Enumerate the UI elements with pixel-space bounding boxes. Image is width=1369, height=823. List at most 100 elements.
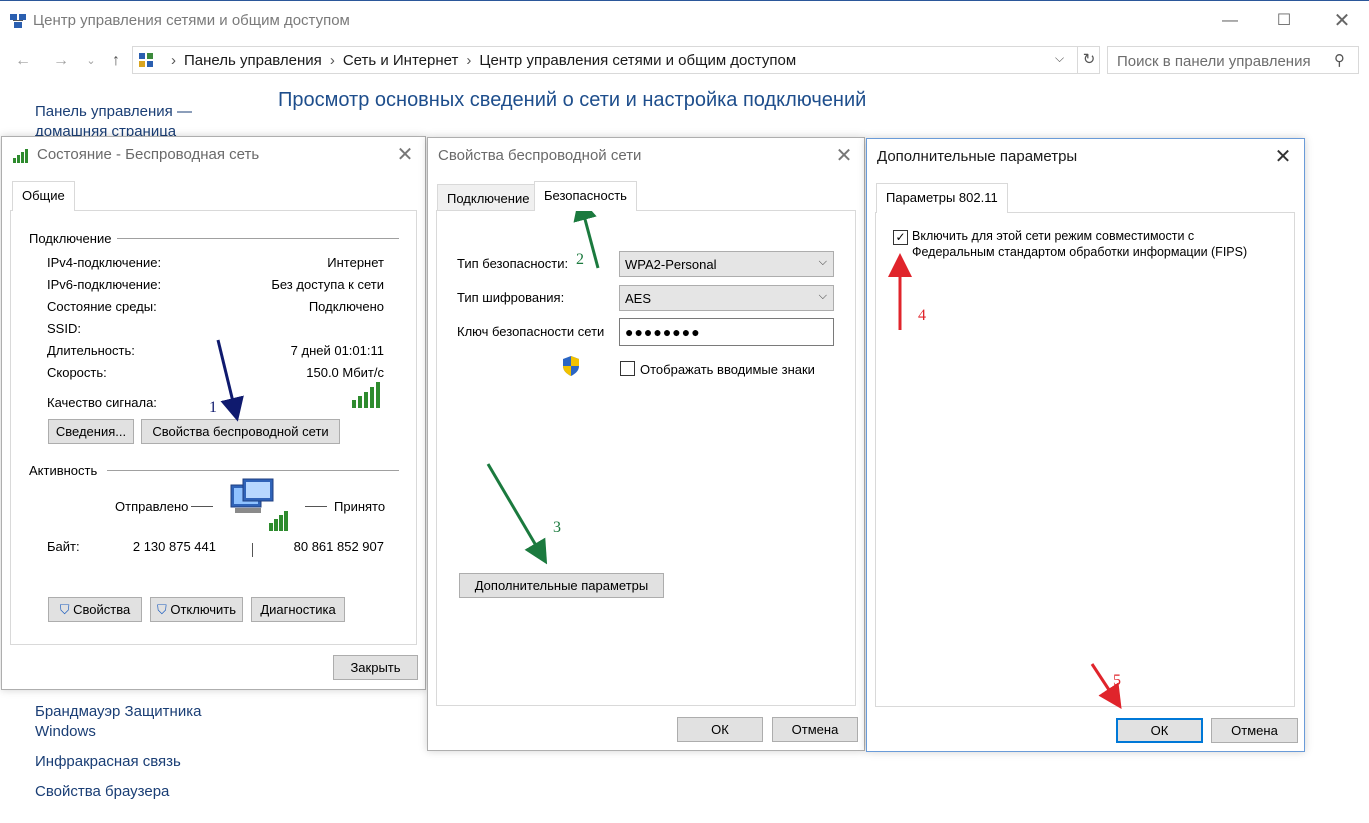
settings-802-11-panel: ✓ Включить для этой сети режим совместим… — [875, 212, 1295, 707]
uac-shield-icon — [563, 356, 579, 376]
minimize-button[interactable]: — — [1215, 9, 1245, 33]
search-placeholder: Поиск в панели управления — [1117, 53, 1311, 70]
media-state-label: Состояние среды: — [47, 299, 157, 314]
ssid-label: SSID: — [47, 321, 81, 336]
bytes-label: Байт: — [47, 539, 80, 554]
advanced-settings-button[interactable]: Дополнительные параметры — [459, 573, 664, 598]
dialog-title: Свойства беспроводной сети — [438, 147, 642, 164]
tab-general[interactable]: Общие — [12, 181, 75, 211]
show-characters-checkbox[interactable] — [620, 361, 635, 376]
arrow-up-icon: ↑ — [112, 52, 120, 69]
minimize-icon: — — [1222, 12, 1238, 29]
security-panel: Тип безопасности: WPA2-Personal ⌵ Тип ши… — [436, 210, 856, 706]
fips-label-line1: Включить для этой сети режим совместимос… — [912, 229, 1195, 243]
navigation-row: ← → ⌄ ↑ › Панель управления › Сеть и Интерн… — [0, 44, 1369, 78]
general-panel: Подключение IPv4-подключение: Интернет I… — [10, 210, 417, 645]
signal-bars-icon — [13, 149, 28, 163]
ok-button[interactable]: ОК — [677, 717, 763, 742]
cancel-button[interactable]: Отмена — [1211, 718, 1298, 743]
annotation-step-5: 5 — [1113, 672, 1121, 689]
close-dialog-button[interactable]: ✕ — [392, 142, 418, 168]
show-characters-label: Отображать вводимые знаки — [640, 362, 815, 377]
window-title: Центр управления сетями и общим доступом — [33, 12, 350, 29]
properties-button-label: Свойства — [73, 602, 131, 617]
refresh-icon: ↻ — [1082, 51, 1096, 68]
properties-button[interactable]: ⛉ Свойства — [48, 597, 142, 622]
close-window-button[interactable]: ✕ — [1327, 9, 1357, 33]
tab-connection[interactable]: Подключение — [437, 184, 540, 211]
dialog-title: Дополнительные параметры — [877, 148, 1078, 165]
signal-quality-label: Качество сигнала: — [47, 395, 157, 410]
refresh-button[interactable]: ↻ — [1077, 47, 1100, 73]
dialog-title: Состояние - Беспроводная сеть — [37, 146, 260, 163]
chevron-down-icon: ⌵ — [818, 256, 827, 268]
details-button[interactable]: Сведения... — [48, 419, 134, 444]
search-icon: ⚲ — [1334, 52, 1345, 69]
bytes-received-value: 80 861 852 907 — [293, 539, 384, 554]
encryption-type-select[interactable]: AES ⌵ — [619, 285, 834, 311]
duration-value: 7 дней 01:01:11 — [290, 343, 384, 358]
activity-group-label: Активность — [29, 463, 98, 478]
maximize-icon: ☐ — [1276, 12, 1292, 29]
network-computers-icon — [230, 478, 288, 531]
chevron-right-icon: › — [466, 52, 472, 69]
control-panel-icon — [139, 53, 153, 67]
ipv6-label: IPv6-подключение: — [47, 277, 162, 292]
security-key-input[interactable]: ●●●●●●●● — [619, 318, 834, 346]
recent-locations-button[interactable]: ⌄ — [80, 50, 102, 72]
wireless-properties-button[interactable]: Свойства беспроводной сети — [141, 419, 340, 444]
back-button[interactable]: ← — [12, 50, 34, 72]
link-browser-properties[interactable]: Свойства браузера — [35, 782, 169, 802]
link-infrared[interactable]: Инфракрасная связь — [35, 752, 181, 772]
annotation-step-1: 1 — [209, 399, 217, 416]
breadcrumb-network-center[interactable]: Центр управления сетями и общим доступом — [479, 52, 796, 69]
arrow-right-icon: → — [53, 52, 69, 69]
ipv4-label: IPv4-подключение: — [47, 255, 162, 270]
bytes-sent-value: 2 130 875 441 — [132, 539, 216, 554]
speed-label: Скорость: — [47, 365, 107, 380]
ipv4-value: Интернет — [327, 255, 384, 270]
close-dialog-button[interactable]: ✕ — [831, 143, 857, 169]
forward-button[interactable]: → — [50, 50, 72, 72]
tab-802-11-settings[interactable]: Параметры 802.11 — [876, 183, 1008, 213]
uac-shield-icon: ⛉ — [156, 602, 167, 617]
security-type-select[interactable]: WPA2-Personal ⌵ — [619, 251, 834, 277]
close-button[interactable]: Закрыть — [333, 655, 418, 680]
received-label: Принято — [334, 499, 386, 514]
chevron-down-icon: ⌵ — [818, 290, 827, 302]
disable-button-label: Отключить — [170, 602, 237, 617]
media-state-value: Подключено — [308, 299, 384, 314]
diagnose-button[interactable]: Диагностика — [251, 597, 345, 622]
fips-checkbox[interactable]: ✓ — [893, 230, 908, 245]
close-dialog-button[interactable]: ✕ — [1270, 144, 1296, 170]
encryption-type-value: AES — [625, 291, 652, 306]
connection-group-label: Подключение — [29, 231, 112, 246]
search-box[interactable]: Поиск в панели управления ⚲ — [1107, 46, 1359, 74]
maximize-button[interactable]: ☐ — [1269, 9, 1299, 33]
address-dropdown-icon[interactable]: ⌵ — [1055, 51, 1064, 66]
close-icon: ✕ — [1333, 10, 1351, 32]
chevron-right-icon: › — [171, 52, 176, 69]
arrow-left-icon: ← — [15, 52, 31, 69]
breadcrumb-control-panel[interactable]: Панель управления — [184, 52, 322, 69]
sent-label: Отправлено — [115, 499, 189, 514]
fips-label-line2: Федеральным стандартом обработки информа… — [912, 245, 1248, 259]
disable-button[interactable]: ⛉ Отключить — [150, 597, 243, 622]
close-icon: ✕ — [396, 144, 414, 166]
speed-value: 150.0 Мбит/с — [306, 365, 384, 380]
chevron-down-icon: ⌄ — [86, 55, 96, 67]
breadcrumb-network-internet[interactable]: Сеть и Интернет — [343, 52, 459, 69]
up-button[interactable]: ↑ — [105, 50, 127, 72]
ipv6-value: Без доступа к сети — [271, 277, 384, 292]
uac-shield-icon: ⛉ — [59, 602, 70, 617]
security-key-label: Ключ безопасности сети — [457, 324, 605, 339]
annotation-step-2: 2 — [576, 251, 584, 268]
address-bar[interactable]: › Панель управления › Сеть и Интернет › Центр… — [132, 46, 1100, 74]
tab-security[interactable]: Безопасность — [534, 181, 637, 211]
wireless-properties-dialog: Свойства беспроводной сети ✕ Подключение… — [427, 137, 865, 751]
security-type-label: Тип безопасности: — [457, 256, 569, 271]
cancel-button[interactable]: Отмена — [772, 717, 858, 742]
link-firewall[interactable]: Брандмауэр Защитника Windows — [35, 702, 225, 742]
chevron-right-icon: › — [329, 52, 335, 69]
ok-button[interactable]: ОК — [1116, 718, 1203, 743]
